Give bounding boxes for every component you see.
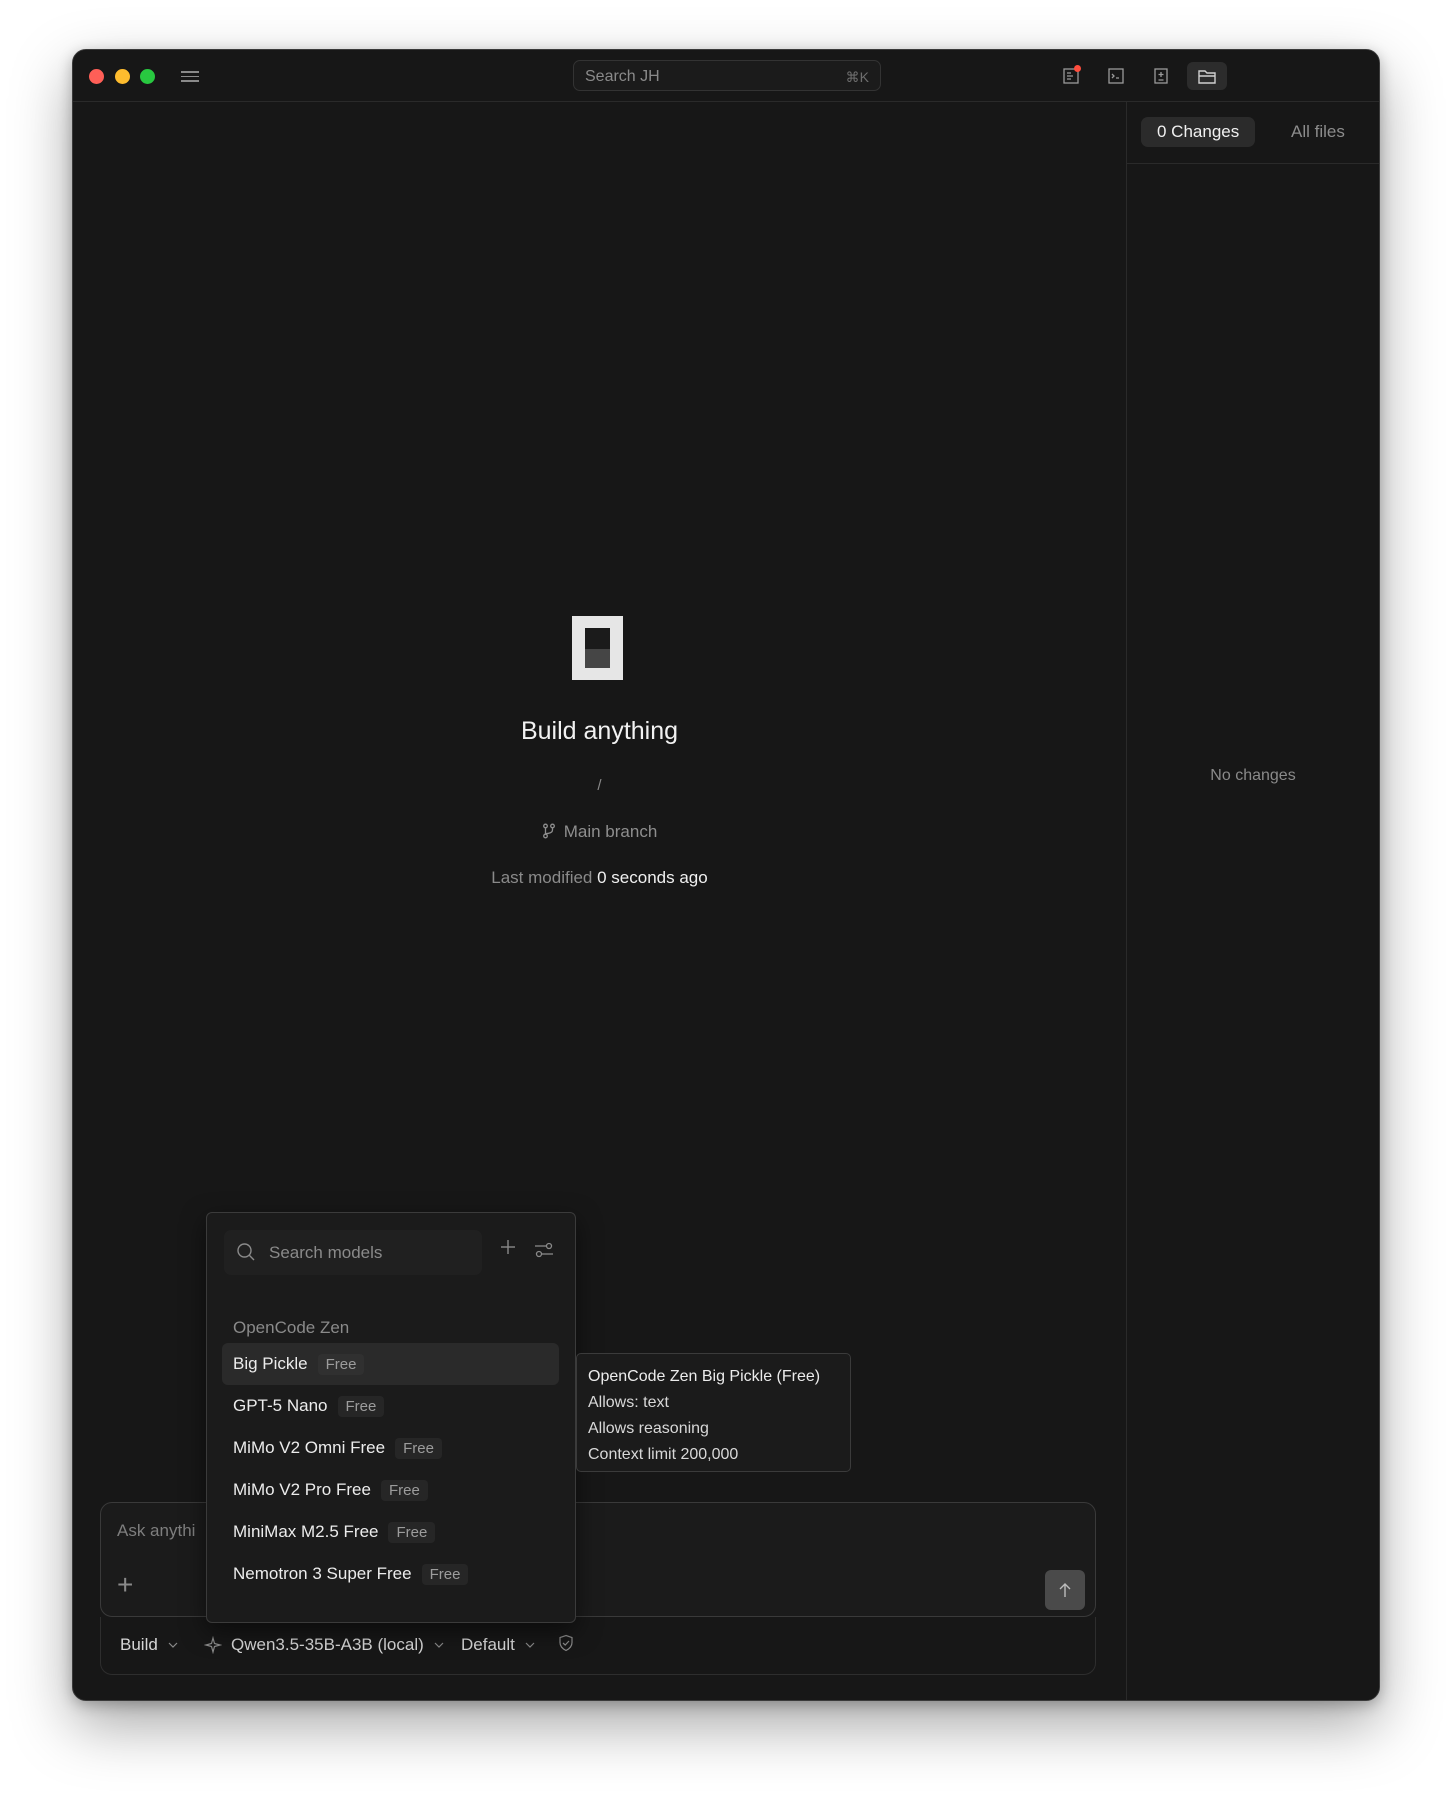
empty-state-text: No changes [1210,767,1296,784]
tab-changes[interactable]: 0 Changes [1141,117,1256,147]
tab-all-files[interactable]: All files [1275,117,1361,147]
model-item[interactable]: MiMo V2 Pro Free Free [222,1469,559,1511]
model-info-tooltip: OpenCode Zen Big Pickle (Free) Allows: t… [576,1353,851,1472]
model-item[interactable]: GPT-5 Nano Free [222,1385,559,1427]
sparkle-icon [204,1636,222,1654]
tooltip-modalities: Allows: text [588,1394,669,1411]
settings-sliders-icon[interactable] [534,1241,554,1264]
arrow-up-icon [1059,1583,1071,1597]
search-shortcut: ⌘K [845,69,869,85]
model-item-name: MiMo V2 Pro Free [233,1480,371,1499]
permissions-shield-icon[interactable] [558,1634,574,1652]
changes-panel: 0 Changes All files No changes [1126,102,1379,1700]
project-path: / [597,777,602,794]
send-button[interactable] [1045,1570,1085,1610]
last-modified-label: Last modified [491,868,593,887]
chevron-down-icon [525,1642,535,1648]
model-selector[interactable]: Qwen3.5-35B-A3B (local) [204,1635,444,1655]
free-badge: Free [421,1563,469,1585]
model-item-name: GPT-5 Nano [233,1396,328,1415]
model-label: Qwen3.5-35B-A3B (local) [231,1635,424,1654]
free-badge: Free [380,1479,428,1501]
free-badge: Free [317,1353,365,1375]
zoom-window-button[interactable] [140,69,155,84]
model-item[interactable]: Nemotron 3 Super Free Free [222,1553,559,1595]
free-badge: Free [337,1395,385,1417]
search-input[interactable]: Search JH ⌘K [573,60,881,91]
tooltip-title: OpenCode Zen Big Pickle (Free) [588,1368,821,1385]
files-icon[interactable] [1187,62,1227,90]
review-icon[interactable] [1056,62,1086,90]
minimize-window-button[interactable] [115,69,130,84]
model-item-name: Big Pickle [233,1354,308,1373]
agent-selector[interactable]: Build [120,1635,178,1655]
app-window: Search JH ⌘K Build anything / Main branc… [72,49,1380,1701]
model-picker: Search models OpenCode Zen Big Pickle Fr… [206,1212,576,1623]
close-window-button[interactable] [89,69,104,84]
page-title: Build anything [520,717,679,745]
model-item-name: MiMo V2 Omni Free [233,1438,386,1457]
chevron-down-icon [434,1642,444,1648]
menu-icon[interactable] [181,68,199,84]
changes-tabs: 0 Changes All files [1127,102,1379,164]
branch-name: Main branch [563,822,658,841]
add-model-icon[interactable] [500,1239,516,1260]
model-item[interactable]: MiMo V2 Omni Free Free [222,1427,559,1469]
notification-dot [1074,65,1081,72]
chevron-down-icon [168,1642,178,1648]
search-icon [237,1243,255,1261]
branch-label: Main branch [73,822,1126,842]
terminal-icon[interactable] [1101,62,1131,90]
composer-footer: Build Qwen3.5-35B-A3B (local) Default [100,1617,1096,1675]
title-bar: Search JH ⌘K [73,50,1379,102]
free-badge: Free [388,1521,436,1543]
model-item-name: Nemotron 3 Super Free [233,1564,412,1583]
provider-group-label: OpenCode Zen [233,1318,350,1337]
variant-label: Default [461,1635,515,1654]
last-modified: Last modified 0 seconds ago [73,868,1126,888]
tooltip-context-limit: Context limit 200,000 [588,1446,739,1463]
model-item[interactable]: MiniMax M2.5 Free Free [222,1511,559,1553]
agent-label: Build [120,1635,158,1654]
last-modified-value: 0 seconds ago [597,868,708,887]
branch-icon [542,823,555,839]
free-badge: Free [395,1437,442,1459]
model-item-name: MiniMax M2.5 Free [233,1522,379,1541]
variant-selector[interactable]: Default [461,1635,535,1655]
add-attachment-icon[interactable]: + [117,1569,133,1601]
model-search-input[interactable]: Search models [224,1230,482,1275]
search-placeholder: Search JH [585,68,660,85]
diff-icon[interactable] [1146,62,1176,90]
prompt-placeholder[interactable]: Ask anythi [117,1521,195,1541]
app-logo [572,616,623,680]
model-item[interactable]: Big Pickle Free [222,1343,559,1385]
model-search-placeholder: Search models [269,1243,383,1262]
tooltip-reasoning: Allows reasoning [588,1420,709,1437]
